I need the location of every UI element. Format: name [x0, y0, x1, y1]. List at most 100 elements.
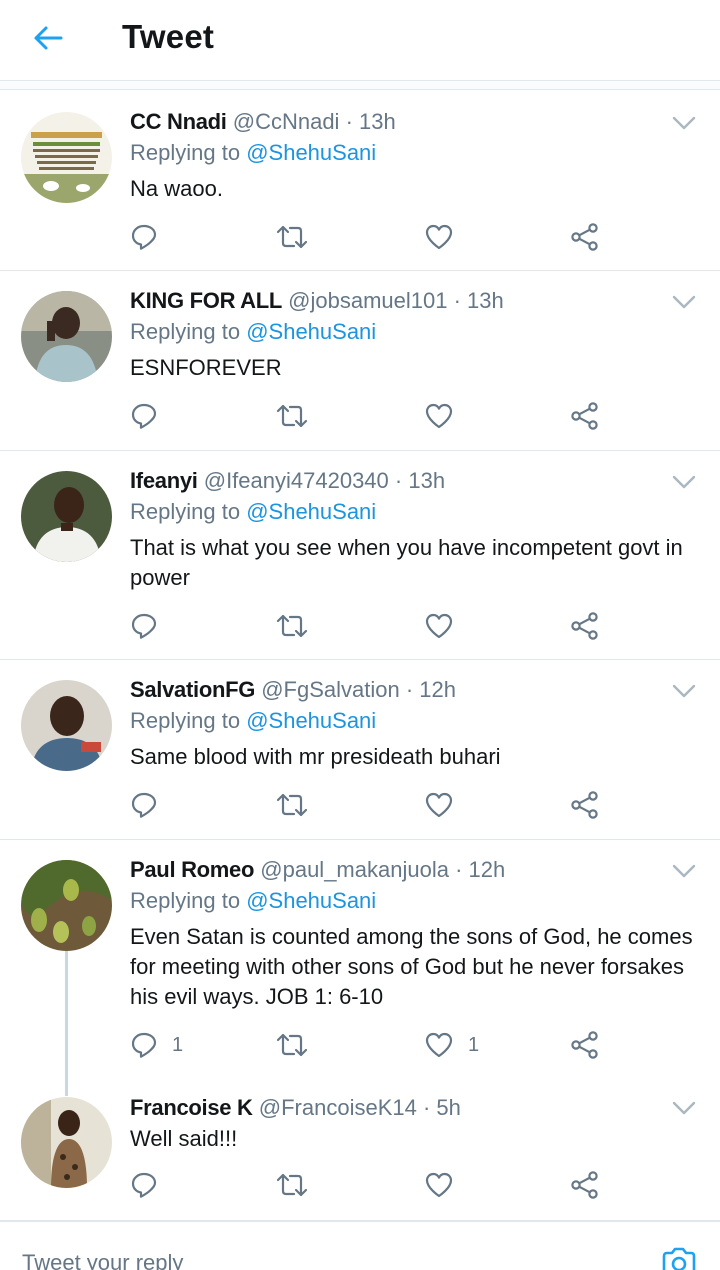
share-button[interactable] [570, 606, 600, 646]
share-button[interactable] [570, 785, 600, 825]
display-name[interactable]: Francoise K [130, 1095, 253, 1120]
share-button[interactable] [570, 396, 600, 436]
share-icon [571, 612, 598, 640]
share-button[interactable] [570, 1165, 600, 1205]
retweet-icon [276, 1033, 308, 1057]
retweet-icon [276, 614, 308, 638]
user-handle: @FrancoiseK14 [258, 1095, 417, 1120]
tweet-item[interactable]: KING FOR ALL @jobsamuel101 · 13h Replyin… [0, 271, 720, 451]
like-button[interactable] [424, 606, 468, 646]
tweet-item[interactable]: Paul Romeo @paul_makanjuola · 12h Replyi… [0, 840, 720, 1086]
retweet-button[interactable] [275, 396, 309, 436]
user-handle: @CcNnadi [232, 109, 340, 134]
meta-separator: · [345, 109, 353, 134]
retweet-button[interactable] [275, 1165, 309, 1205]
meta-separator: · [453, 288, 461, 313]
mention-link[interactable]: @ShehuSani [246, 319, 376, 344]
replying-prefix: Replying to [130, 319, 241, 344]
like-button[interactable] [424, 1165, 468, 1205]
tweet-item[interactable]: CC Nnadi @CcNnadi · 13h Replying to @She… [0, 92, 720, 271]
reply-button[interactable] [130, 396, 172, 436]
share-icon [571, 402, 598, 430]
tweet-text: Na waoo. [130, 176, 223, 201]
tweet-actions [130, 785, 610, 825]
share-icon [571, 1171, 598, 1199]
tweet-actions: 1 1 [130, 1025, 610, 1065]
display-name[interactable]: CC Nnadi [130, 109, 227, 134]
reply-icon [131, 403, 157, 429]
chevron-down-icon[interactable] [670, 681, 698, 701]
page-title: Tweet [122, 18, 215, 55]
chevron-down-icon[interactable] [670, 1098, 698, 1118]
share-button[interactable] [570, 1025, 600, 1065]
avatar-image [21, 1097, 112, 1188]
mention-link[interactable]: @ShehuSani [246, 140, 376, 165]
display-name[interactable]: Paul Romeo [130, 857, 254, 882]
tweet-actions [130, 217, 610, 257]
tweet-actions [130, 1165, 610, 1205]
like-icon [425, 1032, 453, 1058]
display-name[interactable]: KING FOR ALL [130, 288, 282, 313]
avatar[interactable] [21, 112, 112, 203]
like-button[interactable] [424, 396, 468, 436]
retweet-icon [276, 1173, 308, 1197]
chevron-down-icon[interactable] [670, 113, 698, 133]
display-name[interactable]: SalvationFG [130, 677, 255, 702]
tweet-item[interactable]: SalvationFG @FgSalvation · 12h Replying … [0, 660, 720, 840]
replying-prefix: Replying to [130, 499, 241, 524]
reply-input[interactable]: Tweet your reply [22, 1250, 183, 1270]
retweet-button[interactable] [275, 217, 309, 257]
header-divider [0, 80, 720, 90]
reply-icon [131, 224, 157, 250]
avatar-image [21, 680, 112, 771]
tweet-meta: CC Nnadi @CcNnadi · 13h [130, 107, 660, 137]
chevron-down-icon[interactable] [670, 472, 698, 492]
chevron-down-icon[interactable] [670, 292, 698, 312]
like-icon [425, 224, 453, 250]
like-button[interactable] [424, 217, 468, 257]
tweet-meta: KING FOR ALL @jobsamuel101 · 13h [130, 286, 660, 316]
avatar-image [21, 860, 112, 951]
display-name[interactable]: Ifeanyi [130, 468, 198, 493]
avatar[interactable] [21, 471, 112, 562]
replying-to: Replying to @ShehuSani [130, 886, 376, 916]
tweet-text: ESNFOREVER [130, 355, 282, 380]
retweet-button[interactable] [275, 606, 309, 646]
mention-link[interactable]: @ShehuSani [246, 888, 376, 913]
mention-link[interactable]: @ShehuSani [246, 708, 376, 733]
reply-button[interactable] [130, 785, 172, 825]
tweet-item[interactable]: Ifeanyi @Ifeanyi47420340 · 13h Replying … [0, 451, 720, 660]
like-icon [425, 792, 453, 818]
reply-button[interactable] [130, 217, 172, 257]
avatar[interactable] [21, 291, 112, 382]
like-count: 1 [468, 1033, 480, 1056]
chevron-down-icon[interactable] [670, 861, 698, 881]
camera-icon[interactable] [660, 1244, 698, 1270]
like-button[interactable] [424, 785, 468, 825]
avatar[interactable] [21, 1097, 112, 1188]
reply-button[interactable] [130, 606, 172, 646]
timestamp: 12h [468, 857, 506, 882]
back-button[interactable] [26, 18, 70, 58]
user-handle: @Ifeanyi47420340 [203, 468, 389, 493]
like-icon [425, 613, 453, 639]
meta-separator: · [394, 468, 403, 493]
retweet-button[interactable] [275, 785, 309, 825]
reply-icon [131, 1032, 157, 1058]
back-arrow-icon [34, 26, 63, 50]
tweet-actions [130, 396, 610, 436]
reply-button[interactable] [130, 1165, 172, 1205]
retweet-button[interactable] [275, 1025, 309, 1065]
meta-separator: · [405, 677, 414, 702]
share-icon [571, 791, 598, 819]
reply-button[interactable]: 1 [130, 1025, 183, 1065]
avatar[interactable] [21, 680, 112, 771]
avatar[interactable] [21, 860, 112, 951]
share-icon [571, 1031, 598, 1059]
like-button[interactable]: 1 [424, 1025, 479, 1065]
reply-icon [131, 613, 157, 639]
mention-link[interactable]: @ShehuSani [246, 499, 376, 524]
tweet-item[interactable]: Francoise K @FrancoiseK14 · 5h Well said… [0, 1086, 720, 1220]
retweet-icon [276, 225, 308, 249]
share-button[interactable] [570, 217, 600, 257]
